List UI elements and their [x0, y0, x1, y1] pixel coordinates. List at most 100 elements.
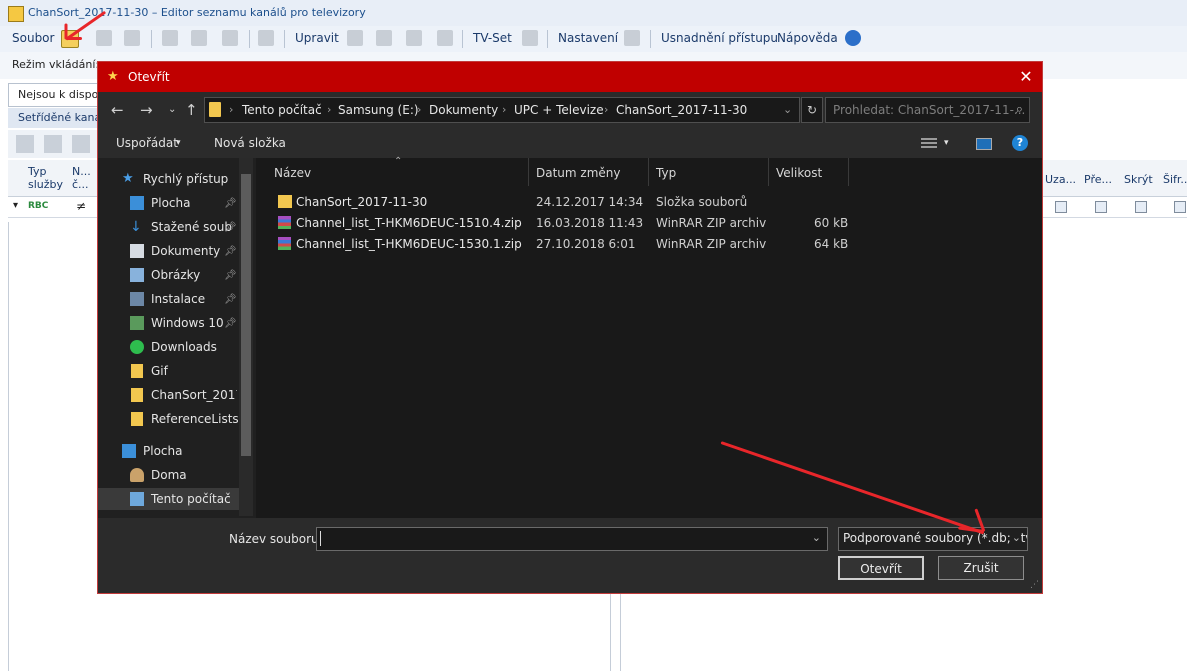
- address-bar[interactable]: › Tento počítač › Samsung (E:) › Dokumen…: [204, 97, 800, 123]
- tools-icon[interactable]: [522, 30, 538, 46]
- chevron-down-icon[interactable]: ⌄: [1009, 531, 1021, 544]
- nav-item-downloads-cz[interactable]: Stažené soub: [151, 220, 232, 234]
- open-dialog: ★ Otevřít ✕ ← → ⌄ ↑ › Tento počítač › Sa…: [97, 61, 1043, 594]
- nav-item-windows10[interactable]: Windows 10: [151, 316, 224, 330]
- chevron-down-icon[interactable]: ⌄: [168, 104, 176, 115]
- nav-item-pictures[interactable]: Obrázky: [151, 268, 200, 282]
- new-folder-button[interactable]: Nová složka: [214, 136, 286, 150]
- preview-pane-icon[interactable]: [976, 138, 992, 150]
- delete-icon[interactable]: [72, 135, 90, 153]
- back-icon[interactable]: ←: [111, 101, 124, 119]
- command-bar: Uspořádat ▾ Nová složka ▾ ?: [98, 130, 1042, 158]
- chevron-right-icon: ›: [229, 103, 234, 116]
- chevron-right-icon: ›: [604, 103, 609, 116]
- nav-item-documents[interactable]: Dokumenty: [151, 244, 220, 258]
- column-type[interactable]: Typ: [656, 166, 676, 180]
- menu-nastaveni[interactable]: Nastavení: [558, 31, 618, 45]
- column-name[interactable]: Název: [274, 166, 311, 180]
- chevron-down-icon[interactable]: ⌄: [783, 103, 792, 116]
- nav-item-desktop-root[interactable]: Plocha: [143, 444, 182, 458]
- block-icon[interactable]: [406, 30, 422, 46]
- file-name-input[interactable]: ⌄: [316, 527, 828, 551]
- toolbar-separator: [650, 30, 651, 48]
- locked-checkbox[interactable]: [1055, 201, 1067, 213]
- nav-item-quick-access[interactable]: Rychlý přístup: [143, 172, 228, 186]
- menu-soubor[interactable]: Soubor: [12, 31, 54, 45]
- nav-scrollbar[interactable]: [239, 158, 253, 516]
- reload-icon[interactable]: [96, 30, 112, 46]
- save-as-icon[interactable]: [191, 30, 207, 46]
- comment-icon[interactable]: [624, 30, 640, 46]
- menu-upravit[interactable]: Upravit: [295, 31, 339, 45]
- column-hide[interactable]: Skrýt: [1124, 173, 1153, 186]
- column-date[interactable]: Datum změny: [536, 166, 621, 180]
- search-input[interactable]: Prohledat: ChanSort_2017-11-... ⌕: [825, 97, 1030, 123]
- up-icon[interactable]: ↑: [185, 101, 198, 119]
- chevron-down-icon[interactable]: ▾: [176, 138, 181, 148]
- menu-usnadneni[interactable]: Usnadnění přístupu: [661, 31, 778, 45]
- nav-item-referencelists[interactable]: ReferenceLists: [151, 412, 239, 426]
- column-number[interactable]: N... č...: [72, 165, 96, 191]
- breadcrumb-drive[interactable]: Samsung (E:): [338, 103, 419, 117]
- remove-icon[interactable]: [437, 30, 453, 46]
- lock-icon[interactable]: [376, 30, 392, 46]
- organize-button[interactable]: Uspořádat: [116, 136, 178, 150]
- table-row[interactable]: ▾ RBC ≠: [8, 197, 98, 218]
- chevron-down-icon[interactable]: ▾: [944, 138, 949, 148]
- move-up-icon[interactable]: [16, 135, 34, 153]
- column-locked[interactable]: Uza...: [1045, 173, 1076, 186]
- help-icon[interactable]: [845, 30, 861, 46]
- export-icon[interactable]: [222, 30, 238, 46]
- help-icon[interactable]: ?: [1012, 135, 1028, 151]
- nav-item-this-pc[interactable]: Tento počítač: [151, 492, 231, 506]
- app-icon: [8, 6, 24, 22]
- annotation-arrow-head: [64, 23, 68, 40]
- chevron-down-icon[interactable]: ⌄: [812, 531, 821, 544]
- nav-item-chansort[interactable]: ChanSort_2017-1: [151, 388, 237, 402]
- column-separator: [848, 158, 849, 186]
- nav-scrollbar-thumb[interactable]: [241, 174, 251, 456]
- table-row[interactable]: [1043, 197, 1187, 218]
- save-icon[interactable]: [162, 30, 178, 46]
- table-row[interactable]: Channel_list_T-HKM6DEUC-1510.4.zip 16.03…: [256, 213, 956, 233]
- close-icon[interactable]: ✕: [1016, 67, 1036, 86]
- cancel-button[interactable]: Zrušit: [938, 556, 1024, 580]
- column-size[interactable]: Velikost: [776, 166, 822, 180]
- nav-item-desktop[interactable]: Plocha: [151, 196, 190, 210]
- breadcrumb-this-pc[interactable]: Tento počítač: [242, 103, 322, 117]
- file-date: 27.10.2018 6:01: [536, 237, 636, 251]
- view-options-icon[interactable]: [921, 138, 937, 150]
- menu-tv-set[interactable]: TV-Set: [473, 31, 512, 45]
- breadcrumb-documents[interactable]: Dokumenty: [429, 103, 498, 117]
- open-button[interactable]: Otevřít: [838, 556, 924, 580]
- image-icon: [130, 316, 144, 330]
- print-icon[interactable]: [258, 30, 274, 46]
- table-row[interactable]: Channel_list_T-HKM6DEUC-1530.1.zip 27.10…: [256, 234, 956, 254]
- breadcrumb-upc[interactable]: UPC + Televize: [514, 103, 604, 117]
- navigation-pane: ★ Rychlý přístup Plocha 📌︎ ↓ Stažené sou…: [98, 158, 256, 518]
- nav-item-home[interactable]: Doma: [151, 468, 187, 482]
- left-panel-border: [8, 222, 9, 671]
- column-encrypted[interactable]: Šifr...: [1163, 173, 1187, 186]
- file-type-select[interactable]: Podporované soubory (*.db;*.tv ⌄: [838, 527, 1028, 551]
- nav-item-installation[interactable]: Instalace: [151, 292, 205, 306]
- skip-checkbox[interactable]: [1095, 201, 1107, 213]
- breadcrumb-chansort[interactable]: ChanSort_2017-11-30: [616, 103, 747, 117]
- favorite-icon[interactable]: [347, 30, 363, 46]
- move-down-icon[interactable]: [44, 135, 62, 153]
- column-service-type[interactable]: Typ služby: [28, 165, 64, 191]
- encrypted-checkbox[interactable]: [1174, 201, 1186, 213]
- table-row[interactable]: ChanSort_2017-11-30 24.12.2017 14:34 Slo…: [256, 192, 956, 212]
- file-name: Channel_list_T-HKM6DEUC-1530.1.zip: [296, 237, 522, 251]
- nav-item-gif[interactable]: Gif: [151, 364, 168, 378]
- sync-icon[interactable]: [124, 30, 140, 46]
- column-skip[interactable]: Pře...: [1084, 173, 1112, 186]
- nav-item-downloads[interactable]: Downloads: [151, 340, 217, 354]
- availability-dropdown[interactable]: Nejsou k dispozici: [8, 83, 116, 107]
- column-separator: [768, 158, 769, 186]
- resize-grip-icon[interactable]: ⋰: [1030, 580, 1039, 590]
- forward-icon[interactable]: →: [140, 101, 153, 119]
- menu-napoveda[interactable]: Nápověda: [777, 31, 838, 45]
- refresh-icon[interactable]: ↻: [801, 97, 823, 123]
- hide-checkbox[interactable]: [1135, 201, 1147, 213]
